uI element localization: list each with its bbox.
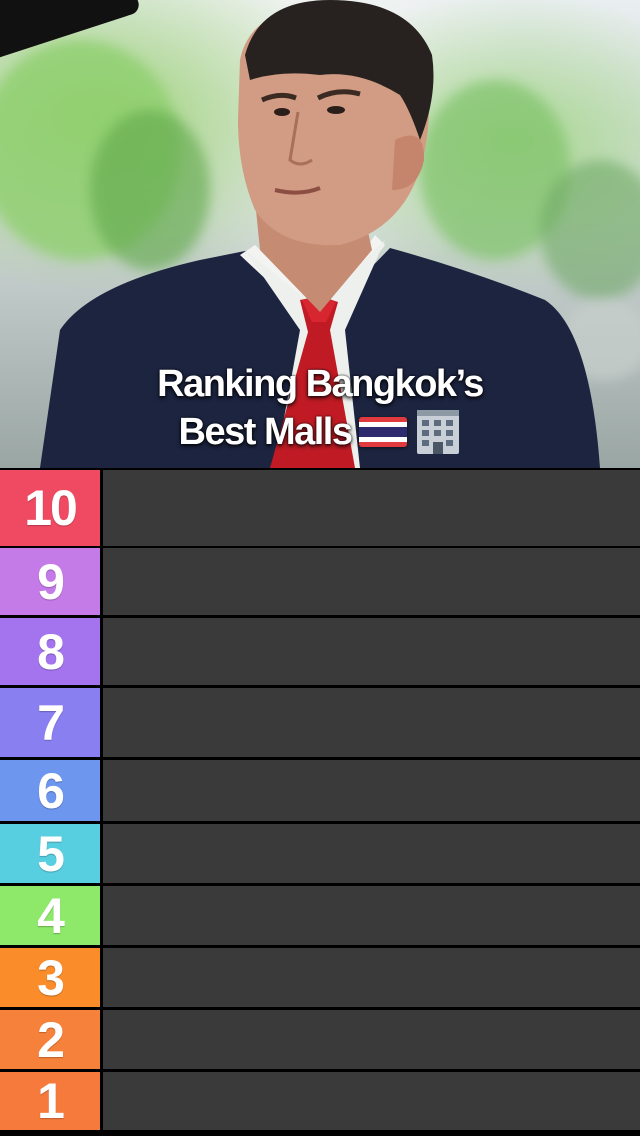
tier-drop-zone[interactable] <box>103 1010 640 1069</box>
tier-drop-zone[interactable] <box>103 548 640 615</box>
tier-row: 7 <box>0 688 640 757</box>
tier-row: 3 <box>0 948 640 1007</box>
office-building-icon <box>415 408 461 456</box>
tier-label: 8 <box>0 618 100 685</box>
title-line-1: Ranking Bangkok’s <box>157 363 484 405</box>
hero-video-frame: Ranking Bangkok’s Best Malls <box>0 0 640 468</box>
tier-drop-zone[interactable] <box>103 1072 640 1130</box>
tier-label: 7 <box>0 688 100 757</box>
tier-drop-zone[interactable] <box>103 760 640 821</box>
tier-label: 6 <box>0 760 100 821</box>
thailand-flag-icon <box>359 417 408 447</box>
tier-row: 6 <box>0 760 640 821</box>
tier-row: 8 <box>0 618 640 685</box>
tier-row: 9 <box>0 548 640 615</box>
tier-row: 1 <box>0 1072 640 1130</box>
video-title: Ranking Bangkok’s Best Malls <box>0 360 640 456</box>
tier-drop-zone[interactable] <box>103 824 640 883</box>
tier-drop-zone[interactable] <box>103 886 640 945</box>
tier-row: 2 <box>0 1010 640 1069</box>
tier-label: 3 <box>0 948 100 1007</box>
tier-label: 4 <box>0 886 100 945</box>
tier-label: 1 <box>0 1072 100 1130</box>
tier-row: 4 <box>0 886 640 945</box>
tier-row: 10 <box>0 470 640 546</box>
tier-label: 5 <box>0 824 100 883</box>
tier-label: 9 <box>0 548 100 615</box>
tier-drop-zone[interactable] <box>103 470 640 546</box>
tier-row: 5 <box>0 824 640 883</box>
tier-drop-zone[interactable] <box>103 948 640 1007</box>
title-line-2: Best Malls <box>178 411 353 453</box>
tier-list: 10 9 8 7 6 5 4 3 2 1 <box>0 468 640 1136</box>
tier-drop-zone[interactable] <box>103 618 640 685</box>
tier-label: 2 <box>0 1010 100 1069</box>
tier-label: 10 <box>0 470 100 546</box>
tier-drop-zone[interactable] <box>103 688 640 757</box>
